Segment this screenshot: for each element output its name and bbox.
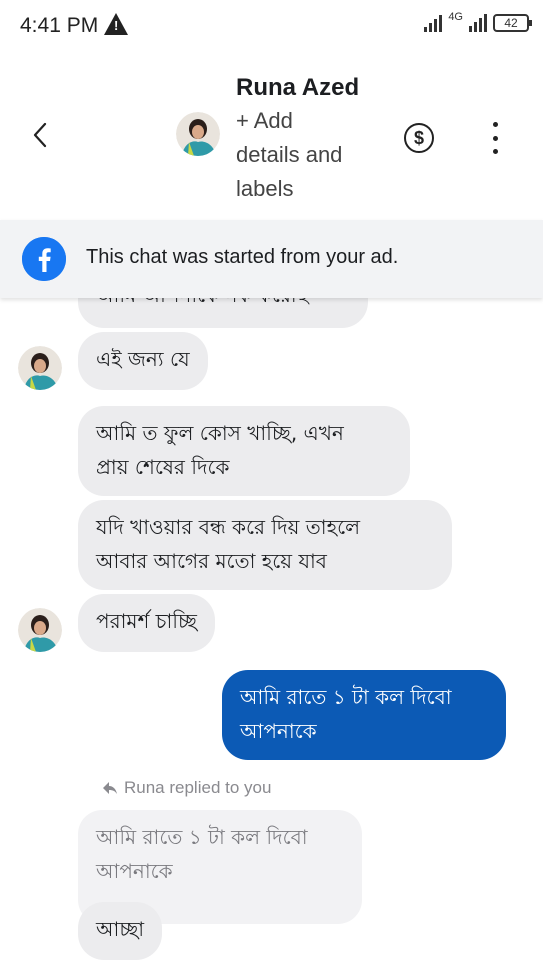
message-bubble-outgoing[interactable]: আমি রাতে ১ টা কল দিবো আপনাকে bbox=[222, 670, 506, 760]
reply-label-text: Runa replied to you bbox=[124, 778, 272, 797]
reply-indicator: Runa replied to you bbox=[102, 778, 271, 798]
message-bubble-incoming[interactable]: যদি খাওয়ার বন্ধ করে দিয় তাহলে আবার আগে… bbox=[78, 500, 452, 590]
status-bar: 4:41 PM 4G 42 bbox=[0, 0, 543, 52]
message-bubble-incoming[interactable]: আমি আপনাকে নক করেছি bbox=[78, 298, 368, 328]
signal-icon bbox=[424, 12, 443, 32]
more-dot bbox=[492, 135, 498, 141]
facebook-icon bbox=[22, 237, 66, 281]
message-bubble-incoming[interactable]: এই জন্য যে bbox=[78, 332, 208, 390]
contact-avatar[interactable] bbox=[176, 112, 220, 156]
sender-avatar bbox=[18, 346, 62, 390]
contact-name[interactable]: Runa Azed bbox=[236, 74, 359, 102]
ad-origin-banner: This chat was started from your ad. bbox=[0, 220, 543, 298]
payment-button[interactable]: $ bbox=[404, 123, 434, 153]
chat-header: Runa Azed + Add details and labels $ bbox=[0, 52, 543, 220]
network-type-label: 4G bbox=[448, 11, 463, 23]
more-dot bbox=[492, 149, 498, 154]
battery-icon: 42 bbox=[493, 14, 532, 32]
back-button[interactable] bbox=[26, 120, 56, 150]
sender-avatar bbox=[18, 608, 62, 652]
more-dot bbox=[492, 122, 498, 127]
chevron-left-icon bbox=[33, 122, 47, 148]
message-bubble-incoming[interactable]: আমি ত ফুল কোস খাচ্ছি, এখন প্রায় শেষের দ… bbox=[78, 406, 410, 496]
message-list[interactable]: আমি আপনাকে নক করেছি এই জন্য যে আমি ত ফুল… bbox=[0, 298, 543, 960]
message-bubble-incoming[interactable]: আচ্ছা bbox=[78, 902, 163, 960]
status-time: 4:41 PM bbox=[20, 14, 99, 37]
message-bubble-incoming[interactable]: পরামর্শ চাচ্ছি bbox=[78, 594, 215, 652]
dollar-icon: $ bbox=[413, 128, 424, 148]
add-details-link[interactable]: + Add details and labels bbox=[236, 104, 376, 206]
status-icons: 4G 42 bbox=[424, 11, 532, 32]
more-options-button[interactable] bbox=[488, 122, 502, 154]
banner-text: This chat was started from your ad. bbox=[86, 246, 399, 268]
signal-icon-secondary bbox=[469, 12, 487, 32]
warning-icon bbox=[104, 13, 128, 35]
reply-arrow-icon bbox=[103, 782, 117, 794]
